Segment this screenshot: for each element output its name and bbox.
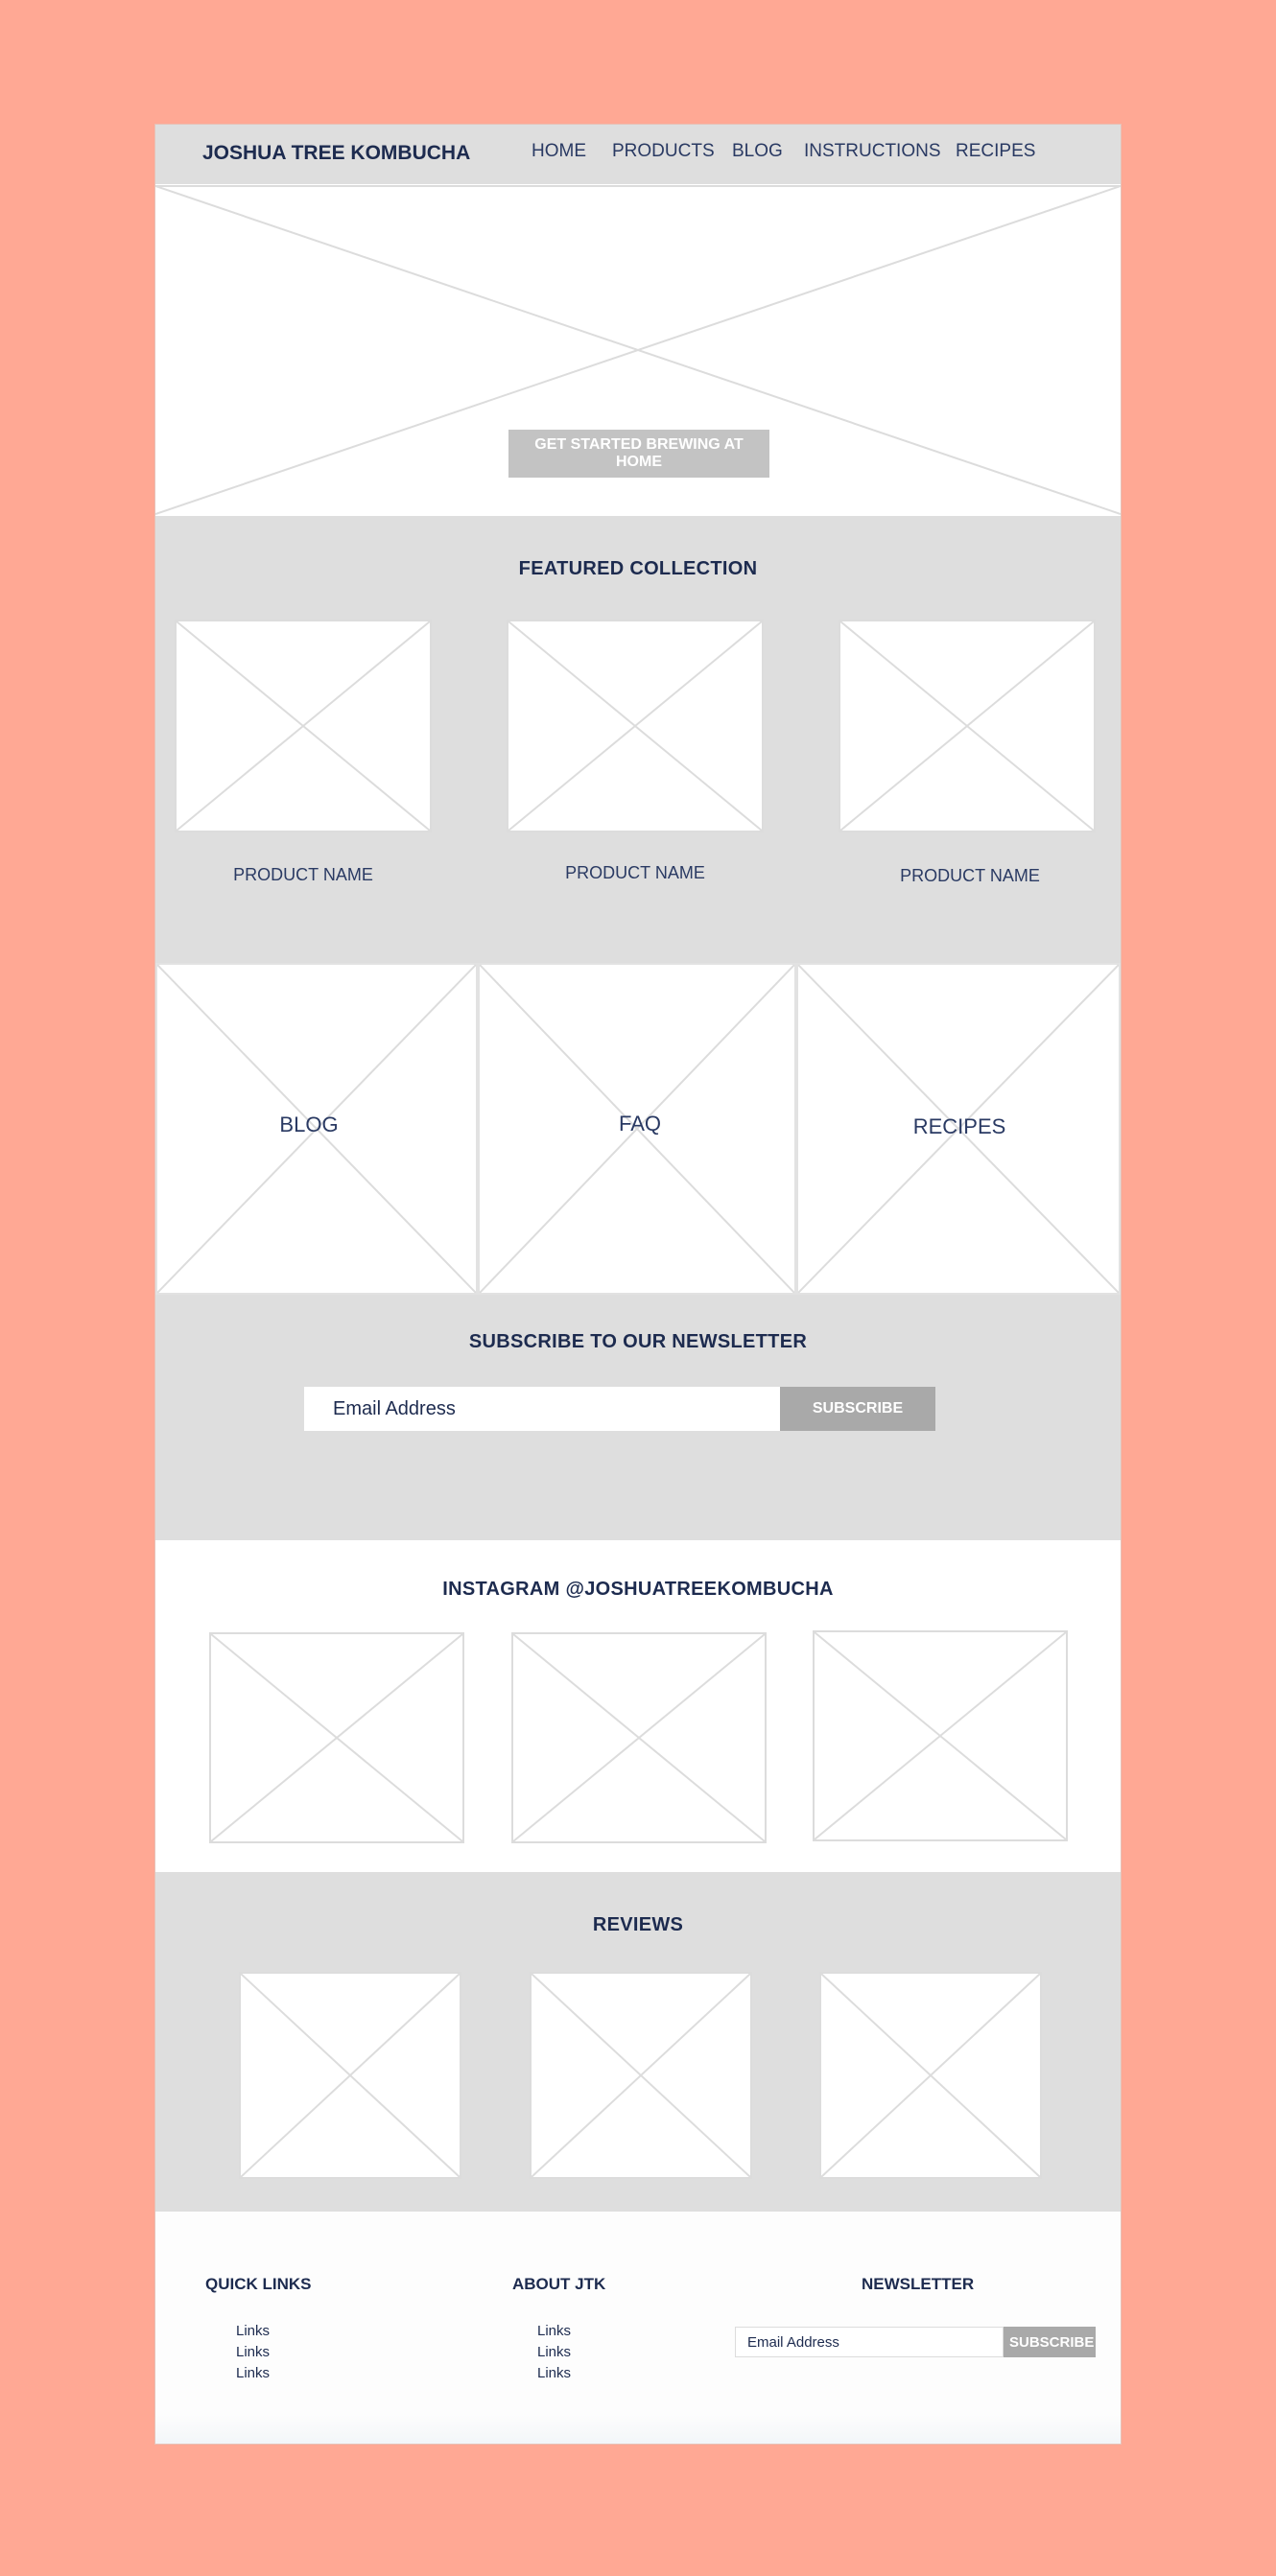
- nav-recipes[interactable]: RECIPES: [956, 141, 1035, 162]
- review-card-placeholder: [819, 1972, 1042, 2179]
- instagram-post-placeholder[interactable]: [209, 1632, 464, 1843]
- nav-products[interactable]: PRODUCTS: [612, 141, 715, 162]
- blog-tile-label[interactable]: BLOG: [213, 1112, 405, 1137]
- footer-subscribe-button[interactable]: SUBSCRIBE: [1004, 2327, 1096, 2357]
- brand-logo[interactable]: JOSHUA TREE KOMBUCHA: [202, 142, 470, 165]
- footer-link[interactable]: Links: [537, 2365, 571, 2381]
- nav-blog[interactable]: BLOG: [732, 141, 783, 162]
- featured-collection-section: FEATURED COLLECTION PRODUCT NAME PRODUCT…: [155, 516, 1121, 963]
- product-name[interactable]: PRODUCT NAME: [508, 863, 763, 883]
- nav-home[interactable]: HOME: [532, 141, 586, 162]
- recipes-tile-label[interactable]: RECIPES: [863, 1114, 1055, 1139]
- get-started-button[interactable]: GET STARTED BREWING AT HOME: [508, 430, 769, 478]
- footer-link[interactable]: Links: [236, 2365, 270, 2381]
- instagram-post-placeholder[interactable]: [813, 1630, 1068, 1841]
- instagram-title[interactable]: INSTAGRAM @JOSHUATREEKOMBUCHA: [155, 1579, 1121, 1601]
- product-name[interactable]: PRODUCT NAME: [842, 866, 1098, 886]
- product-image-placeholder[interactable]: [507, 620, 764, 832]
- nav-instructions[interactable]: INSTRUCTIONS: [804, 141, 941, 162]
- product-image-placeholder[interactable]: [175, 620, 432, 832]
- instagram-section: INSTAGRAM @JOSHUATREEKOMBUCHA: [155, 1540, 1121, 1872]
- content-tiles-section: BLOG FAQ RECIPES: [155, 963, 1121, 1295]
- product-name[interactable]: PRODUCT NAME: [176, 865, 431, 885]
- hero-section: GET STARTED BREWING AT HOME: [155, 184, 1121, 516]
- footer-shade: [155, 2415, 1121, 2444]
- page-frame: JOSHUA TREE KOMBUCHA HOME PRODUCTS BLOG …: [155, 125, 1121, 2444]
- reviews-section: REVIEWS: [155, 1872, 1121, 2212]
- newsletter-section: SUBSCRIBE TO OUR NEWSLETTER SUBSCRIBE: [155, 1295, 1121, 1540]
- featured-title: FEATURED COLLECTION: [518, 558, 758, 579]
- footer-link[interactable]: Links: [537, 2344, 571, 2360]
- newsletter-title: SUBSCRIBE TO OUR NEWSLETTER: [468, 1331, 808, 1352]
- review-card-placeholder: [530, 1972, 752, 2179]
- about-jtk-title: ABOUT JTK: [512, 2275, 606, 2293]
- footer-newsletter-title: NEWSLETTER: [862, 2275, 975, 2293]
- reviews-title: REVIEWS: [592, 1914, 684, 1935]
- footer-link[interactable]: Links: [236, 2323, 270, 2339]
- review-card-placeholder: [239, 1972, 461, 2179]
- newsletter-email-input[interactable]: [304, 1387, 780, 1431]
- newsletter-subscribe-button[interactable]: SUBSCRIBE: [780, 1387, 935, 1431]
- footer-link[interactable]: Links: [537, 2323, 571, 2339]
- site-header: JOSHUA TREE KOMBUCHA HOME PRODUCTS BLOG …: [155, 125, 1121, 184]
- instagram-post-placeholder[interactable]: [511, 1632, 767, 1843]
- site-footer: QUICK LINKS Links Links Links ABOUT JTK …: [155, 2212, 1121, 2444]
- product-image-placeholder[interactable]: [839, 620, 1096, 832]
- faq-tile-label[interactable]: FAQ: [544, 1112, 736, 1136]
- footer-link[interactable]: Links: [236, 2344, 270, 2360]
- quick-links-title: QUICK LINKS: [205, 2275, 312, 2293]
- footer-email-input[interactable]: [735, 2327, 1004, 2357]
